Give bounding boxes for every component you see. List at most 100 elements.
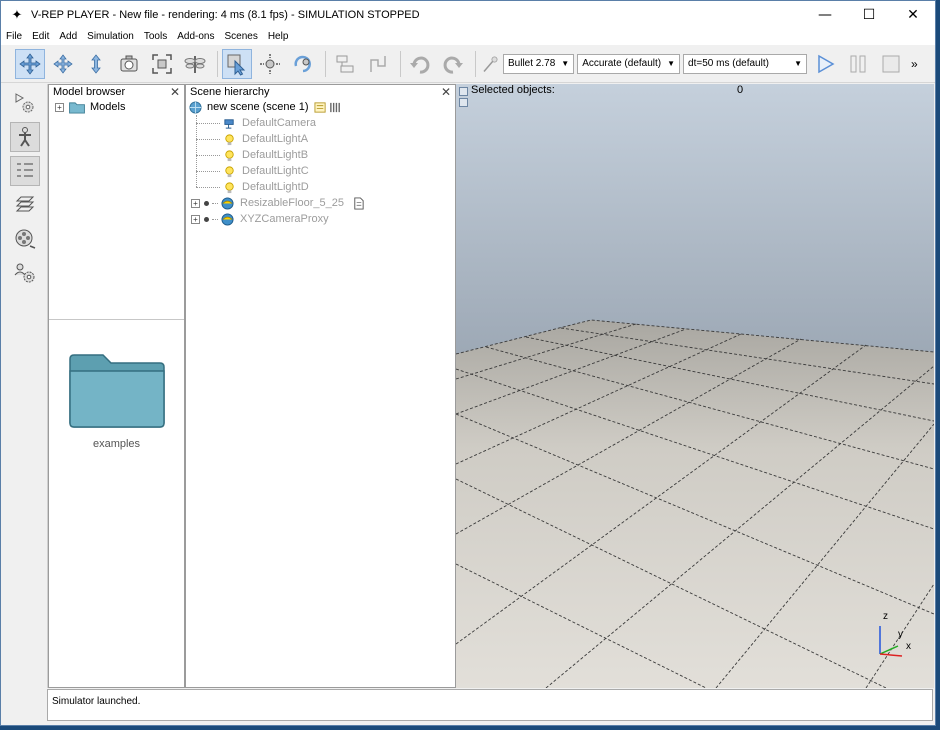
- video-recorder-button[interactable]: [10, 224, 40, 254]
- scene-item-defaultlightd[interactable]: DefaultLightD: [186, 179, 455, 195]
- menu-add[interactable]: Add: [54, 29, 82, 45]
- scene-item-defaultlightc[interactable]: DefaultLightC: [186, 163, 455, 179]
- model-tree-root[interactable]: + Models: [49, 99, 184, 115]
- model-tree-root-label: Models: [90, 101, 126, 113]
- script-page-icon[interactable]: [352, 196, 365, 210]
- camera-rotate-button[interactable]: [48, 49, 78, 79]
- scene-item-label: DefaultCamera: [242, 117, 316, 129]
- expand-icon[interactable]: +: [191, 198, 200, 208]
- light-icon: [225, 149, 234, 161]
- accuracy-value: Accurate (default): [582, 58, 662, 69]
- chevron-down-icon: ▼: [561, 59, 570, 68]
- physics-engine-value: Bullet 2.78: [508, 58, 556, 69]
- object-rotate-icon: [294, 55, 311, 72]
- scene-item-xyzcameraproxy[interactable]: + XYZCameraProxy: [186, 211, 455, 227]
- stop-icon: [882, 55, 900, 72]
- redo-button[interactable]: [438, 49, 468, 79]
- customization-script-icon[interactable]: [329, 101, 342, 114]
- accuracy-select[interactable]: Accurate (default) ▼: [577, 53, 681, 74]
- expand-icon[interactable]: +: [191, 214, 200, 224]
- menu-edit[interactable]: Edit: [27, 29, 54, 45]
- pause-simulation-button[interactable]: [843, 49, 873, 79]
- rotate-arrows-icon: [53, 53, 73, 74]
- menu-simulation[interactable]: Simulation: [82, 29, 139, 45]
- object-rotate-button[interactable]: [288, 49, 318, 79]
- close-button[interactable]: ✕: [891, 1, 935, 29]
- scene-object-properties-button[interactable]: [10, 122, 40, 152]
- scene-item-defaultcamera[interactable]: DefaultCamera: [186, 115, 455, 131]
- viewport-menu-icon[interactable]: [459, 87, 468, 96]
- tree-branch: [196, 154, 220, 156]
- dynamics-icon: [483, 56, 498, 72]
- vrep-logo-icon: ✦: [11, 7, 23, 22]
- scene-item-defaultlightb[interactable]: DefaultLightB: [186, 147, 455, 163]
- chevron-down-icon: ▼: [794, 59, 803, 68]
- scene-render[interactable]: [456, 84, 934, 688]
- folder-icon: [69, 101, 85, 114]
- undo-icon: [410, 56, 430, 74]
- camera-angle-button[interactable]: [114, 49, 144, 79]
- start-simulation-button[interactable]: [810, 49, 840, 79]
- scene-item-defaultlighta[interactable]: DefaultLightA: [186, 131, 455, 147]
- menu-tools[interactable]: Tools: [139, 29, 172, 45]
- list-icon: [17, 163, 33, 177]
- script-icon[interactable]: [313, 101, 327, 114]
- physics-engine-select[interactable]: Bullet 2.78 ▼: [503, 53, 575, 74]
- visibility-dot-icon[interactable]: [204, 200, 209, 206]
- assemble-button[interactable]: [330, 49, 360, 79]
- toolbar-separator: [325, 50, 326, 77]
- user-gear-icon: [14, 263, 35, 283]
- maximize-button[interactable]: ☐: [847, 1, 891, 29]
- camera-icon: [120, 55, 138, 71]
- selected-objects-label: Selected objects:: [471, 84, 555, 96]
- simulation-settings-button[interactable]: [10, 88, 40, 118]
- tree-branch: [196, 170, 220, 172]
- menu-help[interactable]: Help: [263, 29, 294, 45]
- light-icon: [225, 165, 234, 177]
- scene-item-resizablefloor[interactable]: + ResizableFloor_5_25: [186, 195, 455, 211]
- camera-pan-button[interactable]: [15, 48, 45, 79]
- dynamics-toggle-button[interactable]: [480, 49, 500, 79]
- 3d-viewport[interactable]: Selected objects: 0 z y x: [456, 84, 934, 688]
- scene-hierarchy-close-button[interactable]: ✕: [441, 85, 451, 99]
- chevron-down-icon: ▼: [667, 59, 676, 68]
- scene-root-row[interactable]: new scene (scene 1): [186, 99, 455, 115]
- calculation-modules-button[interactable]: [10, 156, 40, 186]
- user-settings-button[interactable]: [10, 258, 40, 288]
- pause-icon: [850, 55, 866, 72]
- globe-icon: [189, 100, 202, 114]
- object-select-button[interactable]: [222, 48, 252, 79]
- menu-file[interactable]: File: [1, 29, 27, 45]
- film-reel-icon: [15, 229, 36, 249]
- selected-objects-count: 0: [737, 84, 744, 96]
- updown-arrows-icon: [91, 53, 101, 74]
- transfer-dna-button[interactable]: [363, 49, 393, 79]
- minimize-button[interactable]: —: [803, 1, 847, 29]
- app-window: ✦ V-REP PLAYER - New file - rendering: 4…: [0, 0, 936, 726]
- title-bar: ✦ V-REP PLAYER - New file - rendering: 4…: [1, 1, 935, 29]
- stop-simulation-button[interactable]: [876, 49, 906, 79]
- fly-mode-button[interactable]: [180, 49, 210, 79]
- model-folder-label: examples: [92, 438, 141, 450]
- move-arrows-icon: [19, 52, 41, 75]
- layers-button[interactable]: [10, 190, 40, 220]
- axis-y-label: y: [898, 629, 903, 640]
- viewport-menu-icon[interactable]: [459, 98, 468, 107]
- model-icon: [221, 212, 234, 226]
- scene-children: DefaultCamera DefaultLightA DefaultLight…: [186, 115, 455, 227]
- undo-button[interactable]: [405, 49, 435, 79]
- model-folder-tile[interactable]: examples: [49, 353, 184, 450]
- model-browser-title: Model browser: [53, 86, 126, 98]
- timestep-select[interactable]: dt=50 ms (default) ▼: [683, 53, 808, 74]
- scene-item-label: DefaultLightC: [242, 165, 309, 177]
- expand-icon[interactable]: +: [55, 102, 64, 112]
- camera-shift-button[interactable]: [81, 49, 111, 79]
- axis-z-label: z: [883, 611, 888, 622]
- menu-addons[interactable]: Add-ons: [172, 29, 219, 45]
- fit-to-view-button[interactable]: [147, 49, 177, 79]
- toolbar-overflow-button[interactable]: »: [911, 57, 918, 71]
- menu-scenes[interactable]: Scenes: [219, 29, 262, 45]
- model-browser-close-button[interactable]: ✕: [170, 85, 180, 99]
- visibility-dot-icon[interactable]: [204, 216, 209, 222]
- object-shift-button[interactable]: [255, 49, 285, 79]
